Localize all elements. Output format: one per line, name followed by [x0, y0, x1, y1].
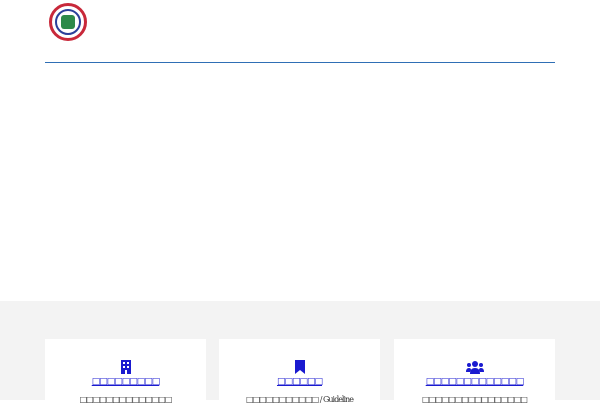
site-logo[interactable]	[49, 3, 87, 41]
bookmark-icon	[219, 360, 380, 376]
header-divider	[45, 62, 555, 63]
card-building[interactable]: □□□□□□□□□ □□□□□□□□□□□□□□	[45, 339, 206, 409]
building-icon	[45, 360, 206, 376]
card-title[interactable]: □□□□□□□□□	[45, 377, 206, 387]
card-title[interactable]: □□□□□□□□□□□□□	[394, 377, 555, 387]
users-icon	[394, 360, 555, 376]
card-users[interactable]: □□□□□□□□□□□□□ □□□□□□□□□□□□□□□□	[394, 339, 555, 409]
card-title[interactable]: □□□□□□	[219, 377, 380, 387]
card-guideline[interactable]: □□□□□□ □□□□□□□□□□□ / Guideline	[219, 339, 380, 409]
